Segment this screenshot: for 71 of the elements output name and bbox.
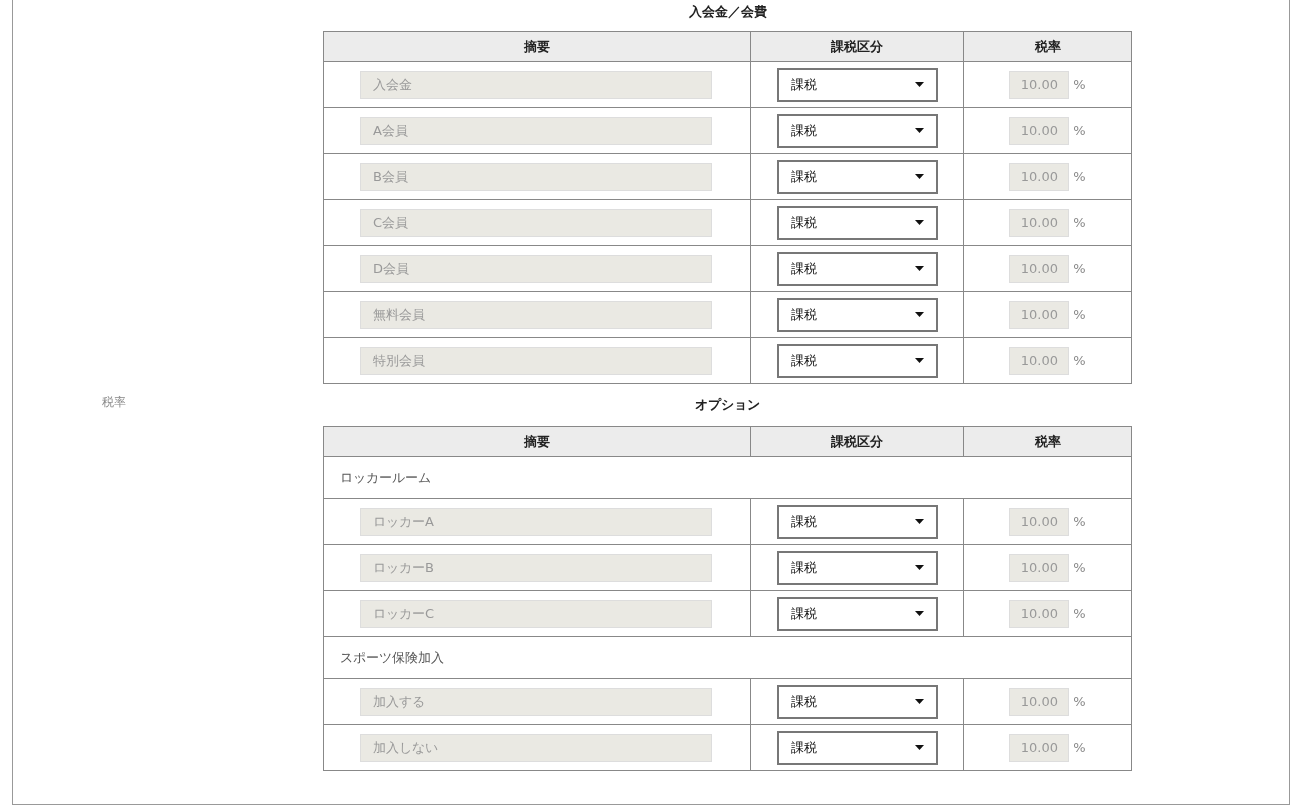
description-field[interactable]: 特別会員 (360, 346, 712, 375)
description-field[interactable]: ロッカーC (360, 599, 712, 628)
column-header: 課税区分 (750, 426, 964, 457)
tax-type-select[interactable]: 課税 (776, 67, 938, 102)
rate-field[interactable]: 10.00 (1009, 254, 1070, 283)
description-field[interactable]: 加入しない (360, 733, 712, 762)
rate-field[interactable]: 10.00 (1009, 162, 1070, 191)
tax-type-select[interactable]: 課税 (776, 504, 938, 539)
rate-field[interactable]: 10.00 (1009, 70, 1070, 99)
description-field[interactable]: A会員 (360, 116, 712, 145)
tax-type-select[interactable]: 課税 (776, 343, 938, 378)
percent-unit: % (1073, 307, 1086, 322)
section-title: 入会金／会費 (687, 3, 768, 21)
description-field[interactable]: 加入する (360, 687, 712, 716)
caret-icon (914, 565, 924, 570)
description-field[interactable]: B会員 (360, 162, 712, 191)
percent-unit: % (1073, 514, 1086, 529)
rate-field[interactable]: 10.00 (1009, 599, 1070, 628)
percent-unit: % (1073, 77, 1086, 92)
caret-icon (914, 745, 924, 750)
description-field[interactable]: C会員 (360, 208, 712, 237)
tax-type-select[interactable]: 課税 (776, 730, 938, 765)
tax-type-select[interactable]: 課税 (776, 596, 938, 631)
group-label: ロッカールーム (323, 456, 1132, 499)
section-title: オプション (694, 396, 761, 414)
tax-type-select[interactable]: 課税 (776, 684, 938, 719)
column-header: 摘要 (323, 426, 751, 457)
column-header: 課税区分 (750, 31, 964, 62)
caret-icon (914, 519, 924, 524)
caret-icon (914, 699, 924, 704)
description-field[interactable]: ロッカーA (360, 507, 712, 536)
caret-icon (914, 174, 924, 179)
rate-field[interactable]: 10.00 (1009, 116, 1070, 145)
rate-field[interactable]: 10.00 (1009, 553, 1070, 582)
tax-type-select[interactable]: 課税 (776, 297, 938, 332)
tax-type-select[interactable]: 課税 (776, 159, 938, 194)
caret-icon (914, 220, 924, 225)
percent-unit: % (1073, 123, 1086, 138)
tax-type-select[interactable]: 課税 (776, 113, 938, 148)
rate-field[interactable]: 10.00 (1009, 733, 1070, 762)
description-field[interactable]: 無料会員 (360, 300, 712, 329)
percent-unit: % (1073, 353, 1086, 368)
column-header: 摘要 (323, 31, 751, 62)
rate-field[interactable]: 10.00 (1009, 208, 1070, 237)
percent-unit: % (1073, 261, 1086, 276)
rate-field[interactable]: 10.00 (1009, 687, 1070, 716)
caret-icon (914, 358, 924, 363)
percent-unit: % (1073, 694, 1086, 709)
percent-unit: % (1073, 215, 1086, 230)
column-header: 税率 (963, 31, 1132, 62)
caret-icon (914, 312, 924, 317)
caret-icon (914, 266, 924, 271)
caret-icon (914, 82, 924, 87)
rate-field[interactable]: 10.00 (1009, 346, 1070, 375)
group-label: スポーツ保険加入 (323, 636, 1132, 679)
percent-unit: % (1073, 606, 1086, 621)
description-field[interactable]: ロッカーB (360, 553, 712, 582)
tax-type-select[interactable]: 課税 (776, 205, 938, 240)
percent-unit: % (1073, 560, 1086, 575)
percent-unit: % (1073, 740, 1086, 755)
caret-icon (914, 128, 924, 133)
rate-field[interactable]: 10.00 (1009, 507, 1070, 536)
tax-type-select[interactable]: 課税 (776, 251, 938, 286)
tax-type-select[interactable]: 課税 (776, 550, 938, 585)
description-field[interactable]: D会員 (360, 254, 712, 283)
percent-unit: % (1073, 169, 1086, 184)
description-field[interactable]: 入会金 (360, 70, 712, 99)
rate-field[interactable]: 10.00 (1009, 300, 1070, 329)
column-header: 税率 (963, 426, 1132, 457)
caret-icon (914, 611, 924, 616)
field-label: 税率 (102, 393, 126, 411)
